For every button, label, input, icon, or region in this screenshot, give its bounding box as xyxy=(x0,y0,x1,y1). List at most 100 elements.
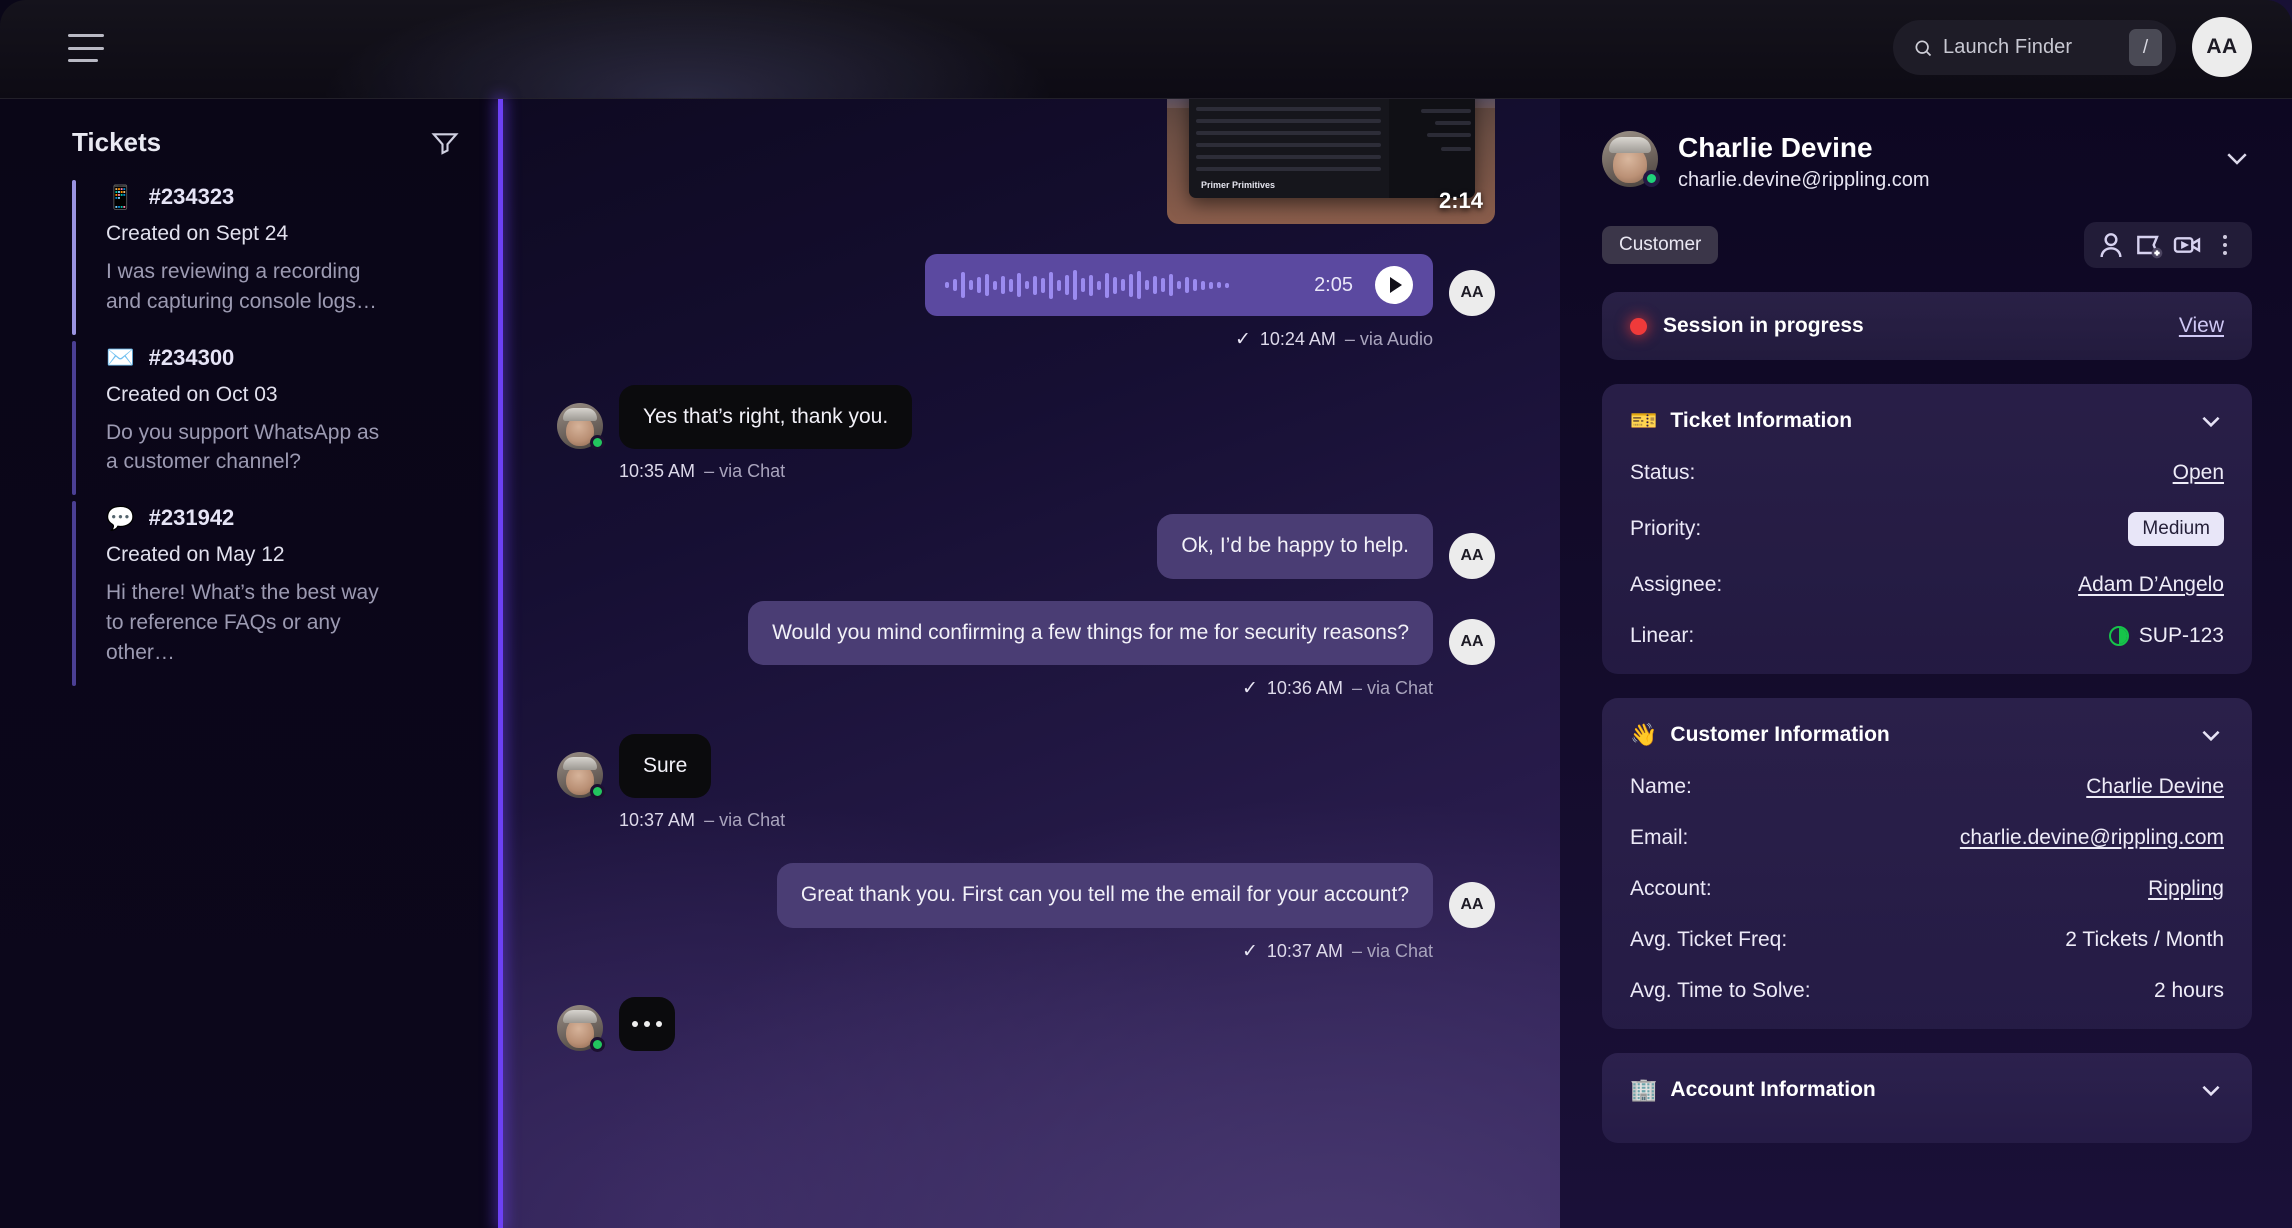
ticket-assignee-value[interactable]: Adam D’Angelo xyxy=(2078,573,2224,597)
message-row: Would you mind confirming a few things f… xyxy=(557,600,1495,666)
screenshot-side-line xyxy=(1435,121,1471,125)
ticket-id: #234300 xyxy=(148,344,235,370)
ticket-header-row: 💬 #231942 xyxy=(106,505,464,531)
message-row: 2:05 AA xyxy=(557,254,1495,316)
customer-avatar-large xyxy=(1602,131,1660,187)
customer-information-card: 👋 Customer Information Name: Charlie Dev… xyxy=(1602,698,2252,1030)
typing-dot xyxy=(656,1020,662,1027)
message-row: Great thank you. First can you tell me t… xyxy=(557,863,1495,928)
typing-indicator xyxy=(619,996,675,1051)
sidebar-title: Tickets xyxy=(72,127,162,157)
hamburger-line xyxy=(68,34,104,37)
ticket-list: 📱 #234323 Created on Sept 24 I was revie… xyxy=(0,178,500,690)
card-title: Ticket Information xyxy=(1670,409,1853,433)
video-thumbnail[interactable]: Primer Primitives 2:14 xyxy=(1167,99,1495,224)
message-bubble: Yes that’s right, thank you. xyxy=(619,385,913,450)
customer-header: Charlie Devine charlie.devine@rippling.c… xyxy=(1602,131,2252,192)
audio-duration: 2:05 xyxy=(1314,273,1353,296)
message-bubble: Would you mind confirming a few things f… xyxy=(748,600,1433,666)
search-bar[interactable]: Launch Finder / xyxy=(1893,20,2176,75)
ticket-created-date: Created on Oct 03 xyxy=(106,382,278,406)
search-icon xyxy=(1915,40,1932,56)
speech-balloon-icon: 💬 xyxy=(106,504,135,531)
ticket-list-item[interactable]: ✉️ #234300 Created on Oct 03 Do you supp… xyxy=(72,339,500,500)
chevron-down-icon[interactable] xyxy=(2198,722,2224,748)
field-label: Name: xyxy=(1630,775,1692,799)
customer-account-value[interactable]: Rippling xyxy=(2148,877,2224,901)
linear-issue-value[interactable]: SUP-123 xyxy=(2108,624,2224,648)
conversation-thread: Primer Primitives 2:14 2:05 AA ✓ 10:24 A… xyxy=(503,99,1559,1228)
ticket-status-value[interactable]: Open xyxy=(2173,461,2224,485)
screenshot-side-line xyxy=(1421,109,1471,113)
screenshot-line xyxy=(1196,131,1381,135)
ticket-id: #231942 xyxy=(148,505,235,531)
play-icon[interactable] xyxy=(1375,266,1413,304)
ticket-list-item[interactable]: 💬 #231942 Created on May 12 Hi there! Wh… xyxy=(72,499,500,689)
hamburger-menu-icon[interactable] xyxy=(68,34,104,62)
message-agent: Would you mind confirming a few things f… xyxy=(557,600,1495,700)
customer-email-row: Email: charlie.devine@rippling.com xyxy=(1630,826,2224,850)
screenshot-side-line xyxy=(1441,147,1471,151)
view-session-link[interactable]: View xyxy=(2179,314,2224,338)
online-status-dot xyxy=(590,1036,605,1052)
customer-email: charlie.devine@rippling.com xyxy=(1678,169,1930,192)
ticket-preview-text: Do you support WhatsApp as a customer ch… xyxy=(106,420,380,474)
customer-information-header[interactable]: 👋 Customer Information xyxy=(1630,722,2224,748)
customer-email-value[interactable]: charlie.devine@rippling.com xyxy=(1960,826,2224,850)
chevron-down-icon[interactable] xyxy=(2198,408,2224,434)
session-status-label: Session in progress xyxy=(1663,314,1864,338)
message-video-attachment: Primer Primitives 2:14 xyxy=(557,99,1495,224)
audio-player[interactable]: 2:05 xyxy=(925,254,1433,316)
customer-name-value[interactable]: Charlie Devine xyxy=(2086,775,2224,799)
message-time: 10:36 AM xyxy=(1266,678,1343,699)
message-time: 10:24 AM xyxy=(1259,329,1336,349)
video-icon[interactable] xyxy=(2171,229,2203,261)
agent-avatar: AA xyxy=(1449,532,1495,579)
linear-issue-id: SUP-123 xyxy=(2138,624,2224,648)
message-time: 10:37 AM xyxy=(619,810,696,831)
ticket-priority-badge[interactable]: Medium xyxy=(2128,512,2224,547)
chevron-down-icon[interactable] xyxy=(2222,143,2252,173)
screenshot-line xyxy=(1196,167,1381,171)
field-label: Assignee: xyxy=(1630,573,1723,597)
customer-ticket-freq-value: 2 Tickets / Month xyxy=(2065,928,2224,952)
add-tag-icon[interactable] xyxy=(2133,229,2165,261)
more-options-icon[interactable] xyxy=(2209,229,2241,261)
message-row: Ok, I’d be happy to help. AA xyxy=(557,514,1495,579)
customer-time-to-solve-value: 2 hours xyxy=(2153,979,2224,1003)
search-input-placeholder[interactable]: Launch Finder xyxy=(1943,36,2119,59)
message-audio: 2:05 AA ✓ 10:24 AM – via Audio xyxy=(557,254,1495,351)
message-meta: ✓ 10:36 AM – via Chat xyxy=(557,677,1495,700)
hamburger-line xyxy=(68,46,104,50)
waving-hand-icon: 👋 xyxy=(1630,722,1658,748)
screenshot-line xyxy=(1196,119,1381,123)
ticket-assignee-row: Assignee: Adam D’Angelo xyxy=(1630,573,2224,597)
tickets-sidebar: Tickets 📱 #234323 Created on Sept 24 I w… xyxy=(0,99,500,1228)
delivered-check-icon: ✓ xyxy=(1234,329,1251,350)
search-shortcut-key: / xyxy=(2129,29,2162,66)
customer-actions xyxy=(2084,222,2252,269)
person-icon[interactable] xyxy=(2095,229,2127,261)
chevron-down-icon[interactable] xyxy=(2198,1077,2224,1103)
live-status-dot xyxy=(1630,317,1647,335)
message-time: 10:35 AM xyxy=(619,461,696,482)
message-row: Sure xyxy=(557,734,1495,800)
field-label: Avg. Time to Solve: xyxy=(1630,979,1811,1003)
field-label: Linear: xyxy=(1630,624,1695,648)
card-title: Customer Information xyxy=(1670,723,1890,747)
delivered-check-icon: ✓ xyxy=(1241,940,1258,962)
delivered-check-icon: ✓ xyxy=(1241,678,1258,700)
message-time: 10:37 AM xyxy=(1266,940,1343,961)
ticket-information-header[interactable]: 🎫 Ticket Information xyxy=(1630,408,2224,434)
agent-avatar: AA xyxy=(1449,619,1495,666)
ticket-list-item[interactable]: 📱 #234323 Created on Sept 24 I was revie… xyxy=(72,178,500,339)
user-avatar[interactable]: AA xyxy=(2192,17,2252,77)
account-information-header[interactable]: 🏢 Account Information xyxy=(1630,1077,2224,1103)
filter-icon[interactable] xyxy=(430,128,460,158)
message-meta: ✓ 10:24 AM – via Audio xyxy=(557,328,1495,351)
field-label: Priority: xyxy=(1630,517,1702,541)
message-channel: – via Audio xyxy=(1344,329,1433,349)
ticket-header-row: ✉️ #234300 xyxy=(106,345,464,371)
screenshot-line xyxy=(1196,107,1381,111)
customer-identity: Charlie Devine charlie.devine@rippling.c… xyxy=(1678,131,1930,192)
